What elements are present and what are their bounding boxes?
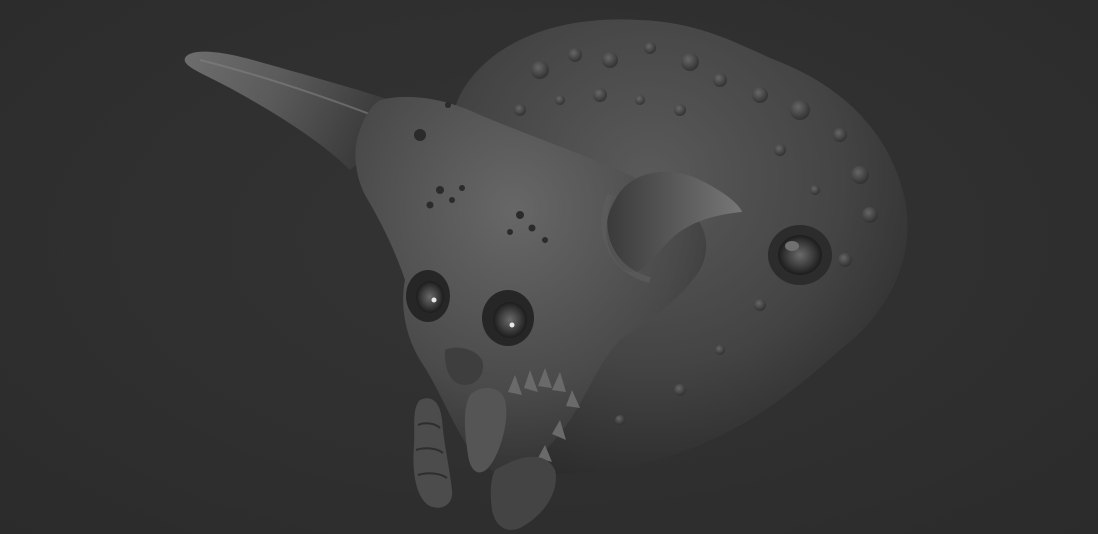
- right-eye: [482, 290, 534, 346]
- creature-head-sculpt: [184, 19, 908, 530]
- sculpt-viewport[interactable]: [0, 0, 1098, 534]
- chin-tendril: [413, 398, 453, 508]
- lower-jaw: [490, 456, 556, 530]
- left-eye: [406, 270, 450, 322]
- side-eye: [768, 225, 832, 285]
